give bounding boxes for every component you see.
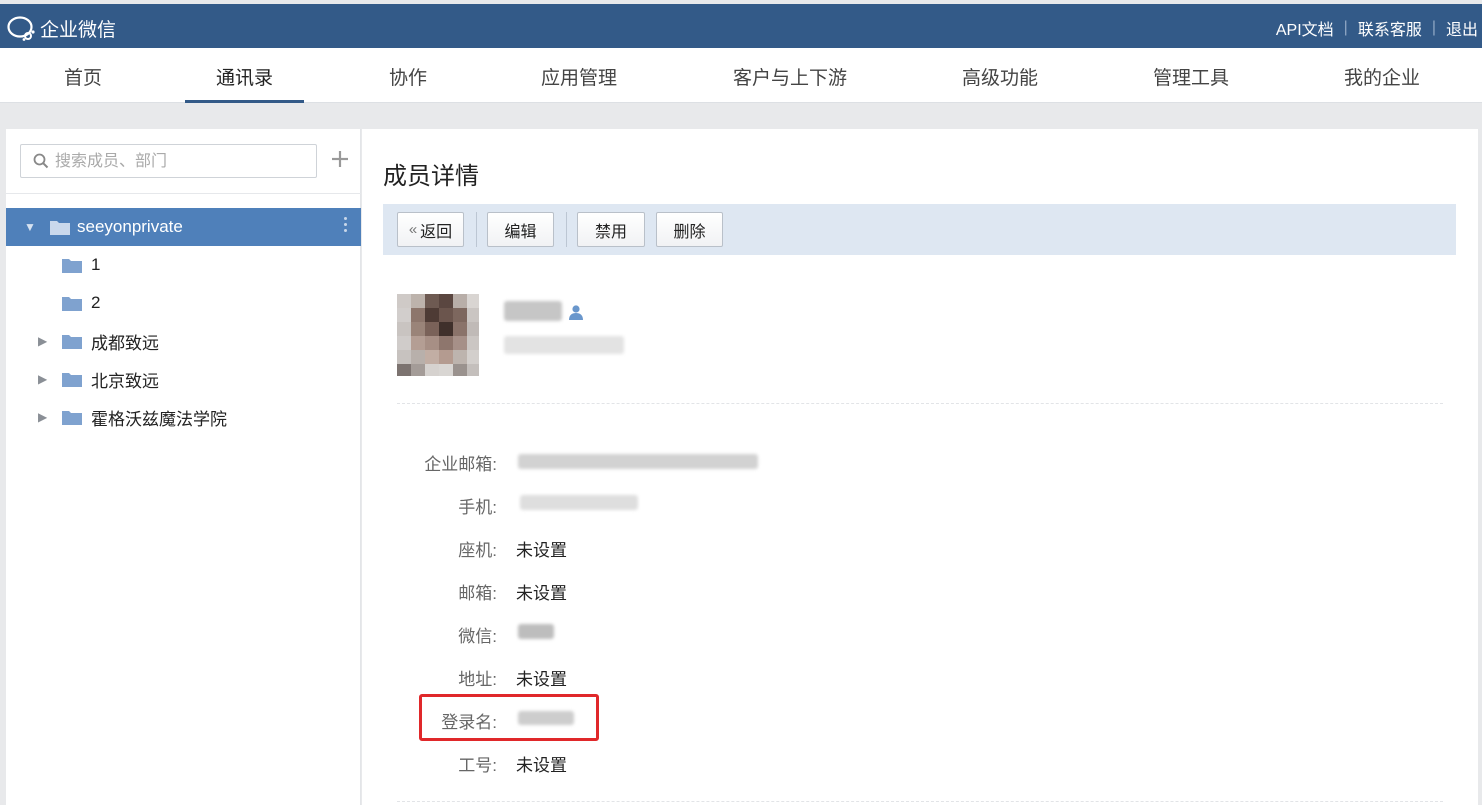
edit-button[interactable]: 编辑 [487, 212, 554, 247]
api-docs-link[interactable]: API文档 [1276, 16, 1334, 40]
tab-advanced[interactable]: 高级功能 [962, 63, 1038, 90]
collapsed-arrow-icon[interactable]: ▶ [38, 334, 47, 348]
tab-home[interactable]: 首页 [64, 63, 102, 90]
employee-id-value: 未设置 [516, 756, 567, 775]
logout-link[interactable]: 退出 [1446, 16, 1478, 40]
delete-button[interactable]: 删除 [656, 212, 723, 247]
search-input[interactable] [55, 151, 305, 173]
tree-item-label: 2 [91, 293, 101, 312]
landline-label: 座机: [458, 541, 497, 560]
tree-item-label: seeyonprivate [77, 217, 183, 236]
address-value: 未设置 [516, 670, 567, 689]
tab-admin-tools[interactable]: 管理工具 [1153, 63, 1229, 90]
tree-item-label: 成都致远 [91, 333, 159, 353]
tree-item-2[interactable]: 2 [6, 284, 361, 322]
tree-item-1[interactable]: 1 [6, 246, 361, 284]
app-name: 企业微信 [40, 19, 117, 41]
enterprise-email-label: 企业邮箱: [424, 455, 497, 474]
wechat-label: 微信: [458, 627, 497, 646]
active-tab-indicator [185, 100, 304, 103]
tree-item-label: 霍格沃兹魔法学院 [91, 409, 227, 429]
folder-icon [62, 411, 82, 425]
tab-contacts[interactable]: 通讯录 [216, 63, 273, 90]
mobile-redacted [520, 495, 638, 510]
email-value: 未设置 [516, 584, 567, 603]
collapsed-arrow-icon[interactable]: ▶ [38, 372, 47, 386]
top-links: API文档 | 联系客服 | 退出 [1276, 16, 1478, 40]
folder-icon [62, 297, 82, 311]
section-divider [397, 801, 1443, 802]
folder-icon [50, 221, 70, 235]
landline-value: 未设置 [516, 541, 567, 560]
disable-button[interactable]: 禁用 [577, 212, 645, 247]
top-bar: 企业微信 API文档 | 联系客服 | 退出 [0, 4, 1482, 48]
link-separator: | [1431, 19, 1436, 36]
avatar [397, 294, 479, 376]
tab-app-management[interactable]: 应用管理 [541, 63, 617, 90]
member-detail-panel: 成员详情 « 返回 编辑 禁用 删除 企业邮箱: 手机: 座机: 未设置 邮箱:… [362, 129, 1478, 805]
double-chevron-left-icon: « [408, 221, 418, 238]
tab-my-company[interactable]: 我的企业 [1344, 63, 1420, 90]
collapsed-arrow-icon[interactable]: ▶ [38, 410, 47, 424]
wecom-logo-icon [7, 16, 35, 41]
link-separator: | [1343, 19, 1348, 36]
tree-item-beijing[interactable]: ▶ 北京致远 [6, 360, 361, 398]
contact-support-link[interactable]: 联系客服 [1358, 16, 1422, 40]
more-options-icon[interactable] [343, 217, 349, 235]
tree-item-seeyonprivate[interactable]: ▼ seeyonprivate [6, 208, 361, 246]
add-icon[interactable] [328, 147, 352, 171]
address-label: 地址: [458, 670, 497, 689]
search-box [20, 144, 317, 178]
back-button-label: 返回 [420, 223, 453, 241]
highlight-box [419, 694, 599, 741]
enterprise-email-redacted [518, 454, 758, 469]
expanded-arrow-icon[interactable]: ▼ [24, 220, 36, 234]
user-icon [569, 305, 583, 320]
tree-item-label: 1 [91, 255, 101, 274]
action-toolbar: « 返回 编辑 禁用 删除 [383, 204, 1456, 255]
folder-icon [62, 373, 82, 387]
tree-item-chengdu[interactable]: ▶ 成都致远 [6, 322, 361, 360]
sidebar: ▼ seeyonprivate 1 2 ▶ 成都致远 ▶ 北京致远 ▶ [6, 129, 361, 805]
main-nav: 首页 通讯录 协作 应用管理 客户与上下游 高级功能 管理工具 我的企业 [0, 48, 1482, 103]
tree-item-hogwarts[interactable]: ▶ 霍格沃兹魔法学院 [6, 398, 361, 436]
logo[interactable]: 企业微信 [6, 14, 116, 42]
page-title: 成员详情 [383, 163, 479, 190]
section-divider [397, 403, 1443, 404]
folder-icon [62, 335, 82, 349]
tab-collaboration[interactable]: 协作 [389, 63, 427, 90]
toolbar-separator [476, 212, 477, 247]
tab-customers[interactable]: 客户与上下游 [733, 63, 847, 90]
search-icon [33, 153, 49, 169]
folder-icon [62, 259, 82, 273]
toolbar-separator [566, 212, 567, 247]
email-label: 邮箱: [458, 584, 497, 603]
tree-item-label: 北京致远 [91, 371, 159, 391]
wechat-redacted [518, 624, 554, 639]
sidebar-divider [6, 193, 361, 194]
employee-id-label: 工号: [458, 756, 497, 775]
back-button[interactable]: « 返回 [397, 212, 464, 247]
mobile-label: 手机: [458, 498, 497, 517]
